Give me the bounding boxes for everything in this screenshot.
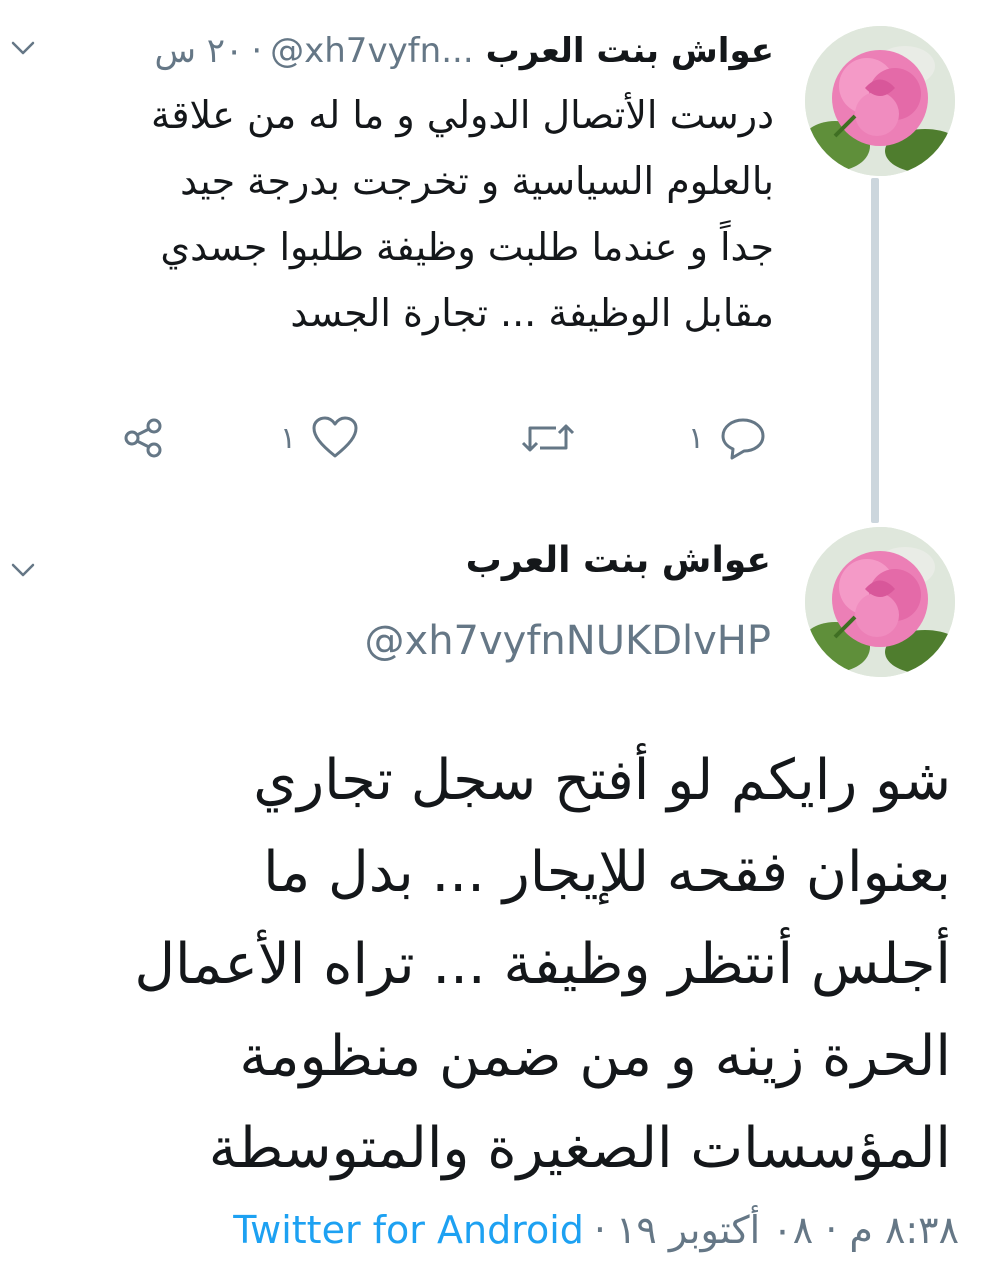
handle[interactable]: @xh7vyfnNUKDlvHP — [365, 618, 771, 664]
tweet-text-line: شو رايكم لو أفتح سجل تجاري — [253, 748, 951, 813]
tweet-text-line: بعنوان فقحه للإيجار ... بدل ما — [263, 840, 951, 905]
share-button[interactable] — [120, 408, 168, 468]
reply-button[interactable]: ١ — [688, 408, 768, 468]
tweet-text-line: درست الأتصال الدولي و ما له من علاقة — [150, 93, 774, 137]
tweet-actions: ١ ١ — [110, 408, 790, 468]
avatar[interactable] — [805, 527, 955, 677]
tweet-text-line: الحرة زينه و من ضمن منظومة — [239, 1024, 951, 1089]
thread-connector — [871, 178, 879, 523]
reply-tweet-header: عواش بنت العرب @xh7vyfn... · ٢٠ س — [34, 26, 774, 76]
display-name[interactable]: عواش بنت العرب — [466, 540, 771, 581]
tweet-footer: Twitter for Android · ٨:٣٨ م · ٠٨ أكتوبر… — [233, 1208, 959, 1252]
reply-count: ١ — [688, 420, 705, 456]
heart-icon — [310, 414, 360, 462]
separator: · — [593, 1208, 606, 1252]
like-button[interactable]: ١ — [280, 408, 360, 468]
chevron-down-icon[interactable] — [10, 40, 36, 56]
tweet-text-line: جداً و عندما طلبت وظيفة طلبوا جسدي — [160, 225, 774, 269]
main-tweet-text: شو رايكم لو أفتح سجل تجاري بعنوان فقحه ل… — [31, 735, 951, 1195]
avatar[interactable] — [805, 26, 955, 176]
reply-icon — [718, 414, 768, 462]
reply-tweet-text: درست الأتصال الدولي و ما له من علاقة بال… — [34, 82, 774, 346]
timestamp[interactable]: ٢٠ س — [154, 31, 243, 71]
timestamp[interactable]: ٨:٣٨ م · ٠٨ أكتوبر ١٩ — [616, 1208, 959, 1252]
tweet-text-line: مقابل الوظيفة ... تجارة الجسد — [290, 291, 774, 335]
chevron-down-icon[interactable] — [10, 562, 36, 578]
tweet-text-line: أجلس أنتظر وظيفة ... تراه الأعمال — [134, 932, 951, 997]
tweet-text-line: بالعلوم السياسية و تخرجت بدرجة جيد — [180, 159, 774, 203]
like-count: ١ — [280, 420, 297, 456]
separator: · — [251, 31, 263, 71]
display-name[interactable]: عواش بنت العرب — [486, 31, 774, 71]
handle[interactable]: @xh7vyfn... — [270, 31, 474, 71]
source-link[interactable]: Twitter for Android — [233, 1208, 584, 1252]
share-icon — [120, 414, 168, 462]
retweet-icon — [520, 416, 576, 460]
retweet-button[interactable] — [520, 408, 576, 468]
tweet-text-line: المؤسسات الصغيرة والمتوسطة — [208, 1116, 951, 1181]
